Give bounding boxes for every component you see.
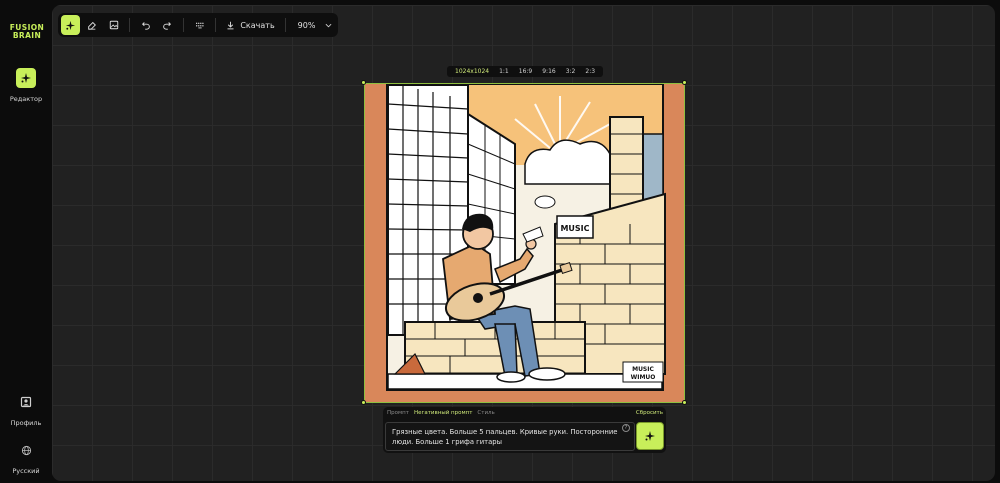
logo[interactable]: FUSION BRAIN bbox=[7, 24, 47, 40]
profile-icon bbox=[16, 392, 36, 412]
negative-prompt-input[interactable]: Грязные цвета. Больше 5 пальцев. Кривые … bbox=[385, 422, 635, 451]
download-icon bbox=[227, 21, 234, 29]
sidebar-item-profile[interactable]: Профиль bbox=[0, 392, 52, 427]
image-tool-button[interactable] bbox=[104, 15, 123, 35]
aspect-ratio-bar: 1024x1024 1:1 16:9 9:16 3:2 2:3 bbox=[447, 66, 604, 77]
prompt-panel: Промпт Негативный промпт Стиль Сбросить … bbox=[383, 407, 666, 453]
tab-style[interactable]: Стиль bbox=[477, 410, 494, 416]
redo-icon bbox=[163, 22, 172, 30]
toolbar: Скачать 90% bbox=[58, 13, 338, 37]
prompt-tabs: Промпт Негативный промпт Стиль bbox=[387, 410, 495, 416]
resize-handle-bottom-right[interactable] bbox=[682, 400, 687, 405]
tab-prompt[interactable]: Промпт bbox=[387, 410, 409, 416]
sidebar-item-language[interactable]: Русский bbox=[0, 440, 52, 475]
sparkle-icon bbox=[645, 431, 655, 441]
download-label: Скачать bbox=[240, 20, 275, 30]
eraser-tool-button[interactable] bbox=[82, 15, 101, 35]
help-icon[interactable]: ? bbox=[622, 424, 630, 432]
ratio-option-16-9[interactable]: 16:9 bbox=[514, 68, 537, 75]
sparkle-tool-button[interactable] bbox=[61, 15, 81, 35]
toolbar-divider bbox=[183, 18, 184, 32]
toolbar-divider bbox=[284, 18, 286, 32]
toolbar-divider bbox=[129, 18, 131, 32]
undo-icon bbox=[141, 22, 150, 30]
globe-icon bbox=[16, 440, 36, 460]
sidebar-item-label: Редактор bbox=[9, 95, 43, 103]
download-button[interactable]: Скачать bbox=[222, 15, 278, 35]
redo-button[interactable] bbox=[158, 15, 177, 35]
sidebar-item-label: Профиль bbox=[10, 419, 42, 427]
corner-text-1: MUSIC bbox=[632, 366, 654, 373]
resize-handle-top-left[interactable] bbox=[361, 80, 366, 85]
grid-button[interactable] bbox=[190, 15, 209, 35]
ratio-option-9-16[interactable]: 9:16 bbox=[537, 68, 560, 75]
logo-line-2: BRAIN bbox=[12, 31, 42, 40]
ratio-option-3-2[interactable]: 3:2 bbox=[561, 68, 581, 75]
sparkle-icon bbox=[16, 68, 36, 88]
sidebar-item-editor[interactable]: Редактор bbox=[0, 68, 52, 103]
ratio-option-2-3[interactable]: 2:3 bbox=[580, 68, 600, 75]
generated-image[interactable]: MUSIC MUSIC WIMUO bbox=[364, 83, 685, 403]
tab-negative-prompt[interactable]: Негативный промпт bbox=[414, 410, 472, 416]
sidebar: FUSION BRAIN Редактор Профиль Русский bbox=[0, 0, 52, 483]
ratio-option-1-1[interactable]: 1:1 bbox=[494, 68, 514, 75]
zoom-select[interactable]: 90% bbox=[292, 15, 322, 35]
sidebar-item-label: Русский bbox=[12, 467, 40, 475]
sparkle-tool-icon bbox=[66, 20, 76, 30]
undo-button[interactable] bbox=[136, 15, 155, 35]
reset-button[interactable]: Сбросить bbox=[636, 410, 663, 416]
eraser-icon bbox=[88, 21, 97, 30]
ratio-size-option[interactable]: 1024x1024 bbox=[450, 68, 494, 75]
chevron-down-icon[interactable] bbox=[321, 15, 335, 35]
resize-handle-top-right[interactable] bbox=[682, 80, 687, 85]
generate-button[interactable] bbox=[636, 422, 664, 450]
corner-text-2: WIMUO bbox=[631, 374, 656, 381]
image-icon bbox=[109, 20, 118, 30]
resize-handle-bottom-left[interactable] bbox=[361, 400, 366, 405]
sign-text: MUSIC bbox=[560, 224, 589, 233]
grid-dots-icon bbox=[195, 22, 204, 29]
app-root: FUSION BRAIN Редактор Профиль Русский Ск… bbox=[0, 0, 1000, 483]
toolbar-divider bbox=[215, 18, 217, 32]
